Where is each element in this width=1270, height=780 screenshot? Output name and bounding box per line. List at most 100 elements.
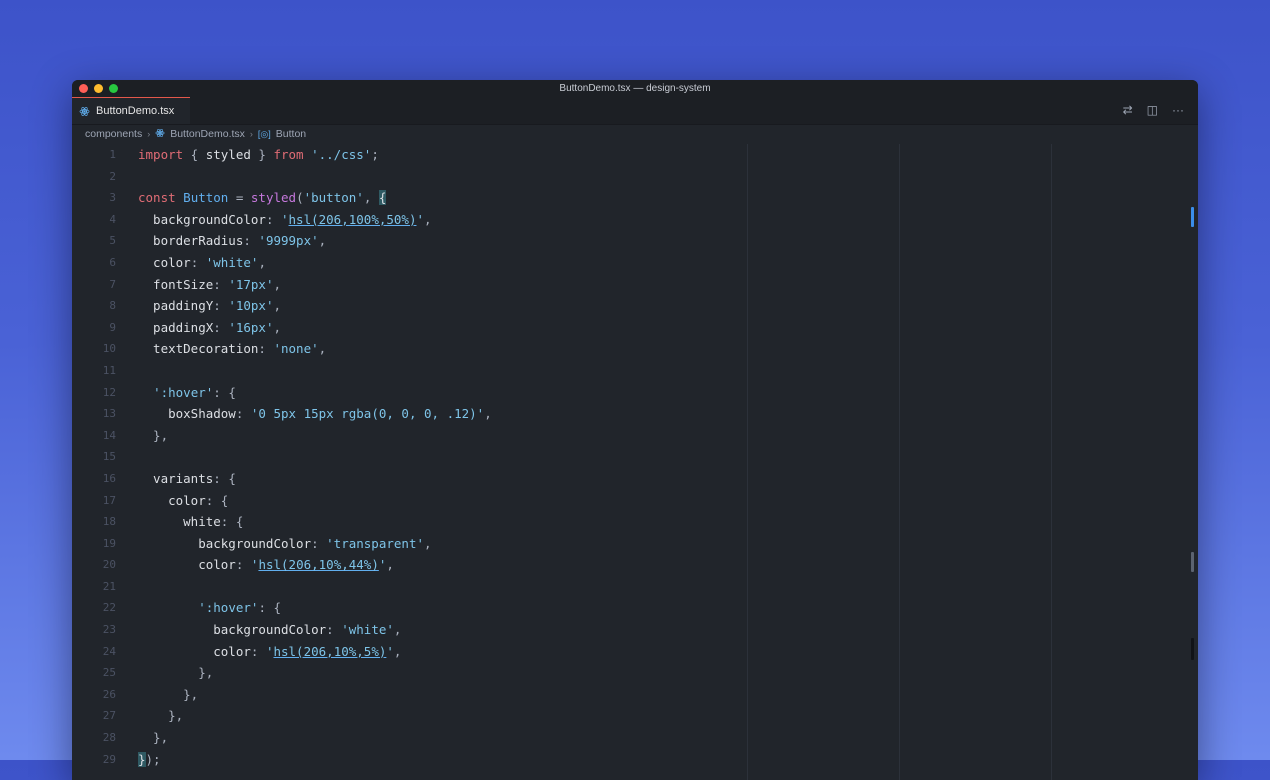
code-line[interactable]: 26 },	[72, 684, 1198, 706]
code-token: backgroundColor	[138, 622, 327, 638]
code-token: :	[326, 622, 342, 638]
code-line[interactable]: 2	[72, 166, 1198, 188]
code-token: Button	[183, 190, 229, 206]
code-line[interactable]: 16 variants: {	[72, 468, 1198, 490]
breadcrumb-symbol[interactable]: Button	[276, 128, 306, 140]
code-token: backgroundColor	[138, 535, 312, 551]
line-number: 16	[102, 471, 116, 485]
code-line[interactable]: 21	[72, 576, 1198, 598]
code-line[interactable]: 11	[72, 360, 1198, 382]
code-line[interactable]: 14 },	[72, 425, 1198, 447]
code-token: }	[138, 751, 146, 767]
line-number: 14	[102, 428, 116, 442]
code-token: ,	[424, 535, 432, 551]
code-token: '	[281, 211, 289, 227]
code-line[interactable]: 23 backgroundColor: 'white',	[72, 619, 1198, 641]
close-window-button[interactable]	[79, 84, 88, 93]
split-editor-icon[interactable]: ◫	[1147, 104, 1158, 116]
code-token: from	[273, 147, 304, 162]
code-token: : {	[220, 514, 244, 530]
breadcrumb-folder[interactable]: components	[85, 128, 142, 140]
code-token: : {	[258, 600, 282, 616]
window-controls	[79, 84, 118, 93]
code-token: hsl(206,10%,5%)	[273, 643, 387, 659]
minimize-window-button[interactable]	[94, 84, 103, 93]
code-token: :	[311, 535, 327, 551]
code-token: ,	[318, 233, 327, 249]
code-token: }	[250, 147, 274, 162]
code-token: ,	[393, 643, 402, 659]
code-token: :	[235, 557, 251, 573]
tab-buttondemo[interactable]: ButtonDemo.tsx	[72, 97, 190, 124]
code-token: {	[183, 147, 206, 162]
code-line[interactable]: 25 },	[72, 662, 1198, 684]
code-token: :	[190, 254, 206, 270]
code-line[interactable]: 7 fontSize: '17px',	[72, 274, 1198, 296]
code-token: '16px'	[228, 319, 274, 335]
line-number: 19	[102, 536, 116, 550]
code-line[interactable]: 19 backgroundColor: 'transparent',	[72, 533, 1198, 555]
code-line[interactable]: 28 },	[72, 727, 1198, 749]
code-line[interactable]: 29});	[72, 749, 1198, 771]
code-line[interactable]: 20 color: 'hsl(206,10%,44%)',	[72, 554, 1198, 576]
code-line[interactable]: 12 ':hover': {	[72, 382, 1198, 404]
zoom-window-button[interactable]	[109, 84, 118, 93]
code-text: paddingX: '16px',	[138, 317, 281, 339]
code-token: ,	[393, 622, 402, 638]
code-text: backgroundColor: 'hsl(206,100%,50%)',	[138, 209, 431, 231]
code-line[interactable]: 15	[72, 446, 1198, 468]
line-number: 6	[109, 255, 116, 269]
line-number: 5	[109, 234, 116, 248]
code-text: fontSize: '17px',	[138, 274, 281, 296]
code-editor[interactable]: 1 import { styled } from '../css'; 2 3 const…	[72, 144, 1198, 780]
code-line[interactable]: 17 color: {	[72, 490, 1198, 512]
react-icon	[155, 128, 165, 141]
line-number: 18	[102, 515, 116, 529]
code-text: const Button = styled('button', {	[138, 187, 387, 209]
symbol-variable-icon: [◎]	[257, 128, 271, 139]
code-line[interactable]: 10 textDecoration: 'none',	[72, 338, 1198, 360]
code-text: paddingY: '10px',	[138, 295, 281, 317]
code-token: '0 5px 15px rgba(0, 0, 0, .12)'	[250, 406, 485, 422]
code-text: import { styled } from '../css';	[138, 144, 379, 166]
code-token: );	[145, 751, 161, 767]
code-text: backgroundColor: 'white',	[138, 619, 401, 641]
code-text: },	[138, 425, 168, 447]
code-text: color: 'white',	[138, 252, 266, 274]
code-token: 'white'	[341, 622, 394, 638]
code-token: : {	[205, 492, 229, 508]
breadcrumb-file[interactable]: ButtonDemo.tsx	[170, 128, 245, 140]
line-number: 23	[102, 623, 116, 637]
more-actions-icon[interactable]: ···	[1172, 104, 1184, 116]
line-number: 28	[102, 731, 116, 745]
code-line[interactable]: 24 color: 'hsl(206,10%,5%)',	[72, 641, 1198, 663]
window-title: ButtonDemo.tsx — design-system	[559, 83, 711, 94]
code-line[interactable]: 3 const Button = styled('button', {	[72, 187, 1198, 209]
code-line[interactable]: 13 boxShadow: '0 5px 15px rgba(0, 0, 0, …	[72, 403, 1198, 425]
code-token: :	[213, 276, 229, 292]
line-number: 8	[109, 299, 116, 313]
chevron-right-icon: ›	[249, 129, 253, 139]
code-token: : {	[213, 470, 236, 486]
code-line[interactable]: 8 paddingY: '10px',	[72, 295, 1198, 317]
scroll-marker	[1191, 207, 1194, 227]
code-line[interactable]: 1 import { styled } from '../css';	[72, 144, 1198, 166]
code-token: 'transparent'	[326, 535, 424, 551]
breadcrumb: components › ButtonDemo.tsx › [◎] Button	[72, 125, 1198, 143]
code-line[interactable]: 4 backgroundColor: 'hsl(206,100%,50%)',	[72, 209, 1198, 231]
code-token: },	[138, 665, 214, 681]
code-line[interactable]: 22 ':hover': {	[72, 597, 1198, 619]
line-number: 15	[102, 450, 116, 464]
tab-label: ButtonDemo.tsx	[96, 105, 175, 117]
code-line[interactable]: 5 borderRadius: '9999px',	[72, 230, 1198, 252]
code-token: 'white'	[205, 254, 259, 270]
code-line[interactable]: 27 },	[72, 705, 1198, 727]
code-line[interactable]: 6 color: 'white',	[72, 252, 1198, 274]
code-line[interactable]: 18 white: {	[72, 511, 1198, 533]
code-token: :	[243, 233, 259, 249]
code-line[interactable]: 9 paddingX: '16px',	[72, 317, 1198, 339]
code-token: color	[138, 254, 191, 270]
code-text: color: 'hsl(206,10%,44%)',	[138, 554, 394, 576]
code-lines: 1 import { styled } from '../css'; 2 3 const…	[72, 144, 1198, 770]
source-control-icon[interactable]: ⇄	[1123, 104, 1133, 116]
